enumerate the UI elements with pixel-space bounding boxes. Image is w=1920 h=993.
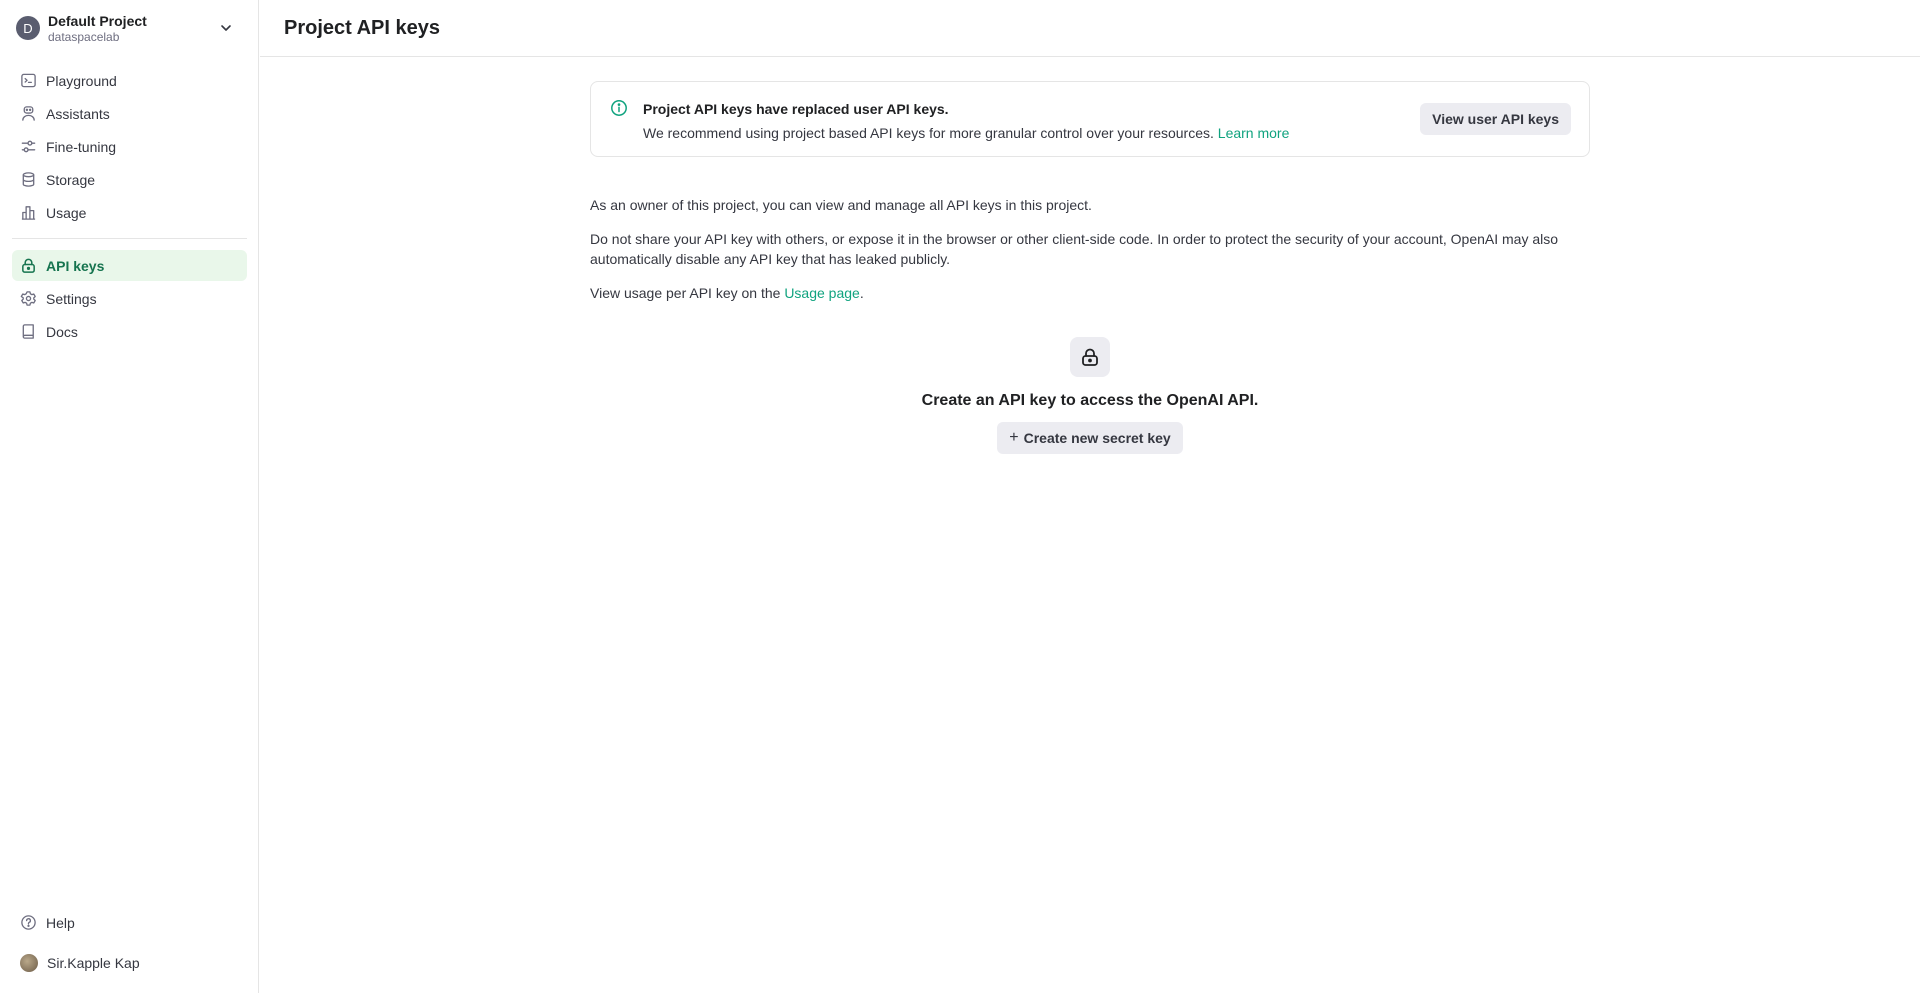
sidebar-nav-secondary: API keys Settings Docs <box>12 250 247 349</box>
bar-chart-icon <box>21 206 36 220</box>
empty-state: Create an API key to access the OpenAI A… <box>590 337 1590 454</box>
empty-state-icon-box <box>1070 337 1110 377</box>
sidebar-item-api-keys[interactable]: API keys <box>12 250 247 281</box>
plus-icon: + <box>1009 429 1019 446</box>
sidebar-item-help[interactable]: Help <box>12 907 247 938</box>
sidebar-item-label: Usage <box>46 204 87 221</box>
usage-page-link[interactable]: Usage page <box>784 285 860 301</box>
sidebar-item-fine-tuning[interactable]: Fine-tuning <box>12 131 247 162</box>
project-switcher[interactable]: D Default Project dataspacelab <box>12 10 248 46</box>
sidebar-item-label: Help <box>46 914 75 931</box>
lock-icon <box>22 258 35 273</box>
gear-icon <box>20 291 36 306</box>
assistant-icon <box>22 106 35 121</box>
info-icon <box>611 100 627 116</box>
help-icon <box>21 915 36 930</box>
page-title: Project API keys <box>284 16 441 39</box>
user-name: Sir.Kapple Kap <box>47 954 140 971</box>
book-icon <box>22 324 34 339</box>
sidebar: D Default Project dataspacelab Playgroun… <box>0 0 259 993</box>
page-header: Project API keys <box>260 0 1920 57</box>
main-content: Project API keys Project API keys have r… <box>260 0 1920 993</box>
project-avatar: D <box>16 16 40 40</box>
sidebar-divider <box>12 238 247 239</box>
sidebar-item-label: Docs <box>46 323 78 340</box>
database-icon <box>22 172 35 187</box>
sidebar-nav-primary: Playground Assistants Fine-tuning Storag… <box>12 65 247 230</box>
lock-icon <box>1082 348 1098 366</box>
create-button-label: Create new secret key <box>1023 430 1171 446</box>
project-name: Default Project <box>48 12 147 29</box>
sidebar-item-label: Storage <box>46 171 96 188</box>
banner-title: Project API keys have replaced user API … <box>643 101 949 117</box>
sidebar-item-label: Assistants <box>46 105 110 122</box>
sliders-icon <box>21 140 36 153</box>
sidebar-item-label: Settings <box>46 290 97 307</box>
sidebar-item-storage[interactable]: Storage <box>12 164 247 195</box>
sidebar-item-label: Playground <box>46 72 117 89</box>
banner-description-text: We recommend using project based API key… <box>643 125 1214 141</box>
banner-description: We recommend using project based API key… <box>643 125 1289 141</box>
user-avatar <box>20 953 38 972</box>
sidebar-item-assistants[interactable]: Assistants <box>12 98 247 129</box>
chevron-down-icon[interactable] <box>218 20 234 36</box>
owner-note: As an owner of this project, you can vie… <box>590 197 1092 213</box>
sidebar-item-docs[interactable]: Docs <box>12 316 247 347</box>
organization-name: dataspacelab <box>48 29 120 44</box>
sidebar-bottom: Help Sir.Kapple Kap <box>12 907 247 987</box>
sidebar-item-label: Fine-tuning <box>46 138 117 155</box>
usage-note-suffix: . <box>859 285 864 301</box>
create-new-secret-key-button[interactable]: + Create new secret key <box>997 422 1183 454</box>
empty-state-text: Create an API key to access the OpenAI A… <box>921 392 1259 409</box>
usage-note-prefix: View usage per API key on the <box>590 285 785 301</box>
sidebar-item-label: API keys <box>46 257 105 274</box>
usage-note: View usage per API key on the Usage page… <box>590 283 864 303</box>
sidebar-item-settings[interactable]: Settings <box>12 283 247 314</box>
security-note: Do not share your API key with others, o… <box>590 231 1559 267</box>
sidebar-item-usage[interactable]: Usage <box>12 197 247 228</box>
view-user-api-keys-button[interactable]: View user API keys <box>1420 103 1571 135</box>
user-menu[interactable]: Sir.Kapple Kap <box>12 947 247 978</box>
api-keys-content: Project API keys have replaced user API … <box>590 81 1590 454</box>
terminal-icon <box>21 73 36 88</box>
learn-more-link[interactable]: Learn more <box>1218 125 1290 141</box>
info-banner: Project API keys have replaced user API … <box>590 81 1590 157</box>
sidebar-item-playground[interactable]: Playground <box>12 65 247 96</box>
